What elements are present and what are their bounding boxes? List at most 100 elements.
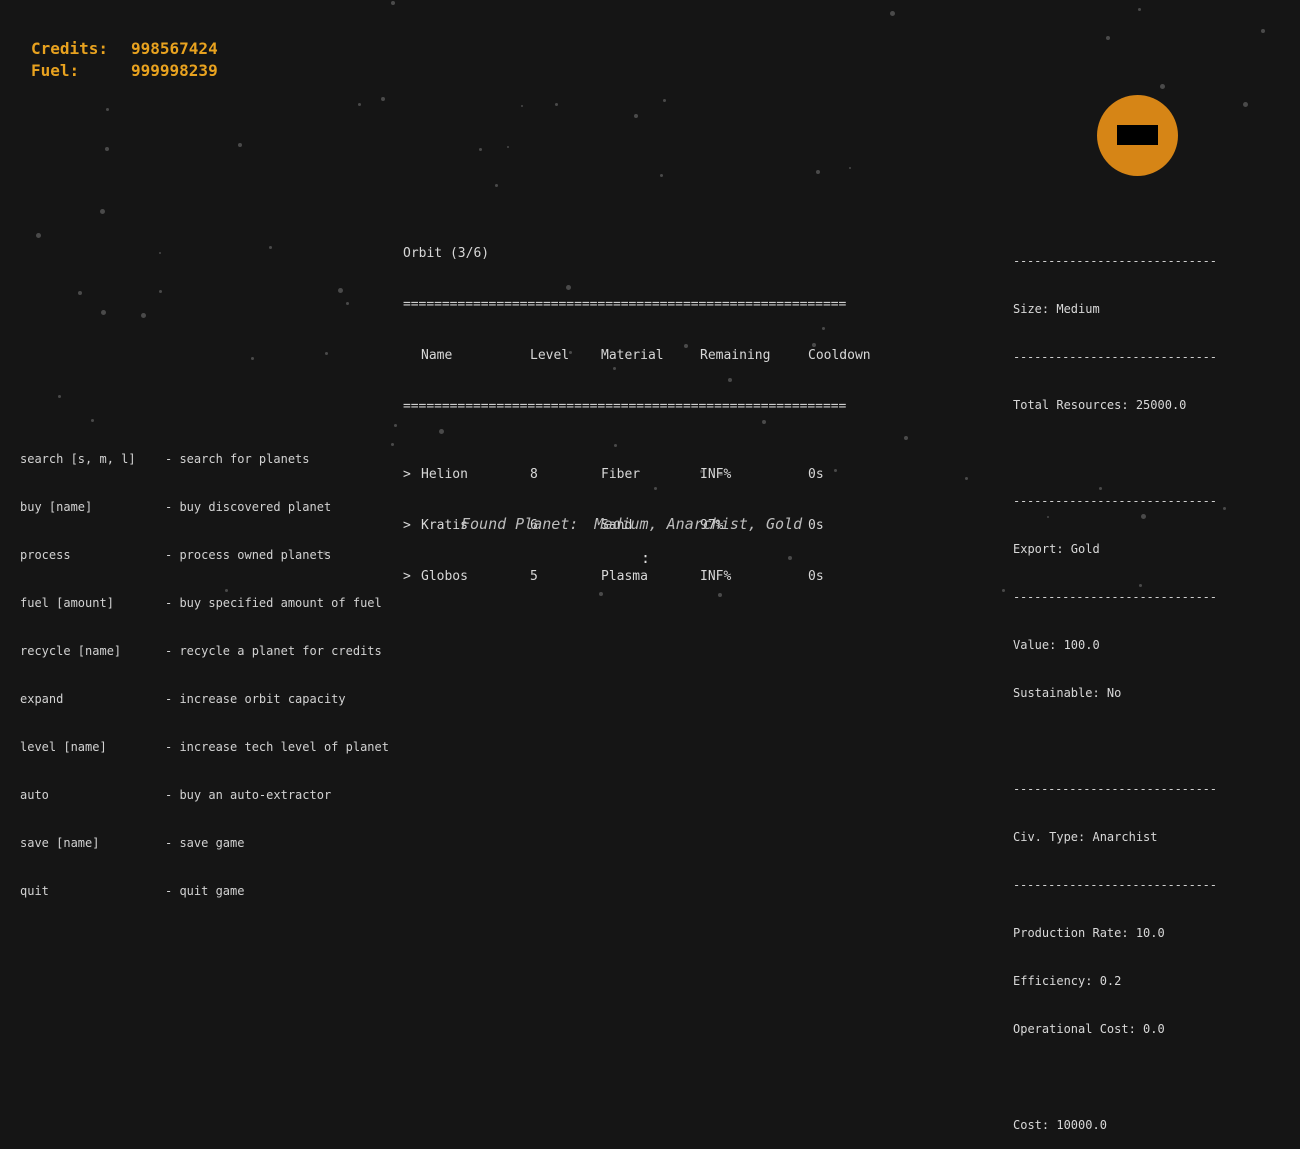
fuel-row: Fuel: 999998239 [31,60,218,82]
planet-material: Plasma [601,569,648,584]
command-description: - increase orbit capacity [165,692,346,706]
info-divider: ----------------------------- [1013,494,1217,508]
star [391,1,395,5]
command-row: save [name] - save game [20,835,389,851]
star [35,232,41,238]
info-export: Export: Gold [1013,542,1100,556]
star [478,147,482,151]
command-name: save [name] [20,836,100,850]
info-divider: ----------------------------- [1013,878,1217,892]
planet-cooldown: 0s [808,569,824,584]
command-description: - save game [165,836,245,850]
resource-display: Credits: 998567424 Fuel: 999998239 [31,38,218,82]
star [1222,506,1226,510]
planet-remaining: INF% [700,467,732,482]
info-total-resources: Total Resources: 25000.0 [1013,398,1187,412]
command-name: search [s, m, l] [20,452,136,466]
command-name: recycle [name] [20,644,122,658]
command-row: level [name] - increase tech level of pl… [20,739,389,755]
star [324,351,328,355]
orbit-table: Orbit (3/6) ============================… [403,211,888,602]
row-marker: > [403,518,411,533]
row-marker: > [403,467,411,482]
command-row: recycle [name] - recycle a planet for cr… [20,643,389,659]
info-divider: ----------------------------- [1013,782,1217,796]
fuel-label: Fuel: [31,61,80,80]
star [357,102,361,106]
command-row: expand - increase orbit capacity [20,691,389,707]
planet-band [1117,125,1158,145]
command-description: - process owned planets [165,548,332,562]
info-sustainable: Sustainable: No [1013,686,1122,700]
star [393,423,397,427]
star [345,301,349,305]
command-description: - recycle a planet for credits [165,644,382,658]
credits-label: Credits: [31,39,109,58]
star [554,102,558,106]
star [1242,101,1248,107]
credits-row: Credits: 998567424 [31,38,218,60]
command-name: expand [20,692,64,706]
star [521,105,523,107]
planet-info-panel: ----------------------------- Size: Medi… [1013,221,1217,1149]
star [99,208,105,214]
command-row: buy [name] - buy discovered planet [20,499,389,515]
orbit-title: Orbit (3/6) [403,246,490,261]
info-civ-type: Civ. Type: Anarchist [1013,830,1158,844]
star [390,442,394,446]
star [381,97,385,101]
command-name: fuel [amount] [20,596,114,610]
star [1137,7,1141,11]
planet-level: 5 [530,569,538,584]
command-description: - buy specified amount of fuel [165,596,382,610]
command-description: - increase tech level of planet [165,740,389,754]
star [140,312,146,318]
command-name: buy [name] [20,500,93,514]
command-name: process [20,548,71,562]
star [268,245,272,249]
row-marker: > [403,569,411,584]
info-operational-cost: Operational Cost: 0.0 [1013,1022,1165,1036]
planet-name: Globos [421,569,468,584]
orbit-row: > Helion 8 Fiber INF% 0s [403,466,888,483]
column-header-cooldown: Cooldown [808,348,871,363]
command-name: auto [20,788,49,802]
found-planet-details: Medium, Anarchist, Gold [594,515,803,533]
info-cost: Cost: 10000.0 [1013,1118,1107,1132]
star [105,107,109,111]
command-row: process - process owned planets [20,547,389,563]
planet-cooldown: 0s [808,518,824,533]
orbit-separator: ========================================… [403,399,847,414]
planet-cooldown: 0s [808,467,824,482]
command-description: - buy discovered planet [165,500,332,514]
star [1106,36,1110,40]
info-divider: ----------------------------- [1013,590,1217,604]
star [1001,588,1005,592]
star [159,252,161,254]
planet-material: Fiber [601,467,641,482]
planet-remaining: INF% [700,569,732,584]
orbit-header-row: Name Level Material Remaining Cooldown [403,347,888,364]
column-header-material: Material [601,348,664,363]
star [507,146,509,148]
command-description: - buy an auto-extractor [165,788,332,802]
command-prompt[interactable]: : [641,549,650,567]
star [964,476,968,480]
star [889,10,895,16]
command-row: fuel [amount] - buy specified amount of … [20,595,389,611]
column-header-level: Level [530,348,570,363]
star [250,356,254,360]
star [904,436,908,440]
planet-name: Helion [421,467,468,482]
star [816,170,820,174]
star [634,114,638,118]
star [662,98,666,102]
star [849,167,851,169]
star [1159,83,1165,89]
command-row: quit - quit game [20,883,389,899]
command-row: auto - buy an auto-extractor [20,787,389,803]
star [494,183,498,187]
command-name: quit [20,884,49,898]
command-description: - search for planets [165,452,310,466]
command-description: - quit game [165,884,245,898]
